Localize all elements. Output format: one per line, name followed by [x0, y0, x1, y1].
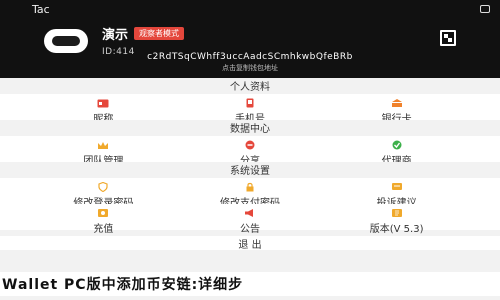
item-label: 充值 [93, 224, 114, 235]
section-settings-row-2: 充值 公告 版本(V 5.3) [0, 204, 500, 235]
lock-icon [243, 182, 257, 192]
qr-code-icon[interactable] [440, 30, 456, 46]
section-title-profile: 个人资料 [0, 78, 500, 93]
feedback-icon [390, 182, 404, 192]
status-app-name: Tac [32, 2, 50, 16]
profile-header: Tac 演示 观察者模式 ID:414 c2RdTSqCWhff3uccAadc… [0, 0, 500, 84]
agent-check-icon [390, 140, 404, 150]
profile-screen: Tac 演示 观察者模式 ID:414 c2RdTSqCWhff3uccAadc… [0, 0, 500, 300]
mode-badge: 观察者模式 [134, 27, 185, 40]
status-bar: Tac [0, 0, 500, 18]
wallet-address-box[interactable]: c2RdTSqCWhff3uccAadcSCmhkwbQfeBRb 点击复制钱包… [0, 52, 500, 76]
logout-button[interactable]: 退 出 [0, 236, 500, 251]
item-label: 版本(V 5.3) [369, 224, 424, 235]
shield-icon [96, 182, 110, 192]
copy-address-hint: 点击复制钱包地址 [222, 64, 278, 72]
section-profile-row: 昵称 手机号 银行卡 [0, 94, 500, 125]
section-title-data-center: 数据中心 [0, 120, 500, 135]
section-data-center-row: 团队管理 分享 代理商 [0, 136, 500, 167]
bank-card-icon [390, 98, 404, 108]
item-label: 公告 [239, 224, 260, 235]
status-icons [480, 5, 490, 13]
section-title-settings: 系统设置 [0, 162, 500, 177]
section-settings-row-1: 修改登录密码 修改支付密码 投诉建议 [0, 178, 500, 209]
item-version[interactable]: 版本(V 5.3) [337, 204, 457, 235]
deposit-icon [96, 208, 110, 218]
id-card-icon [96, 98, 110, 108]
avatar[interactable] [44, 28, 88, 53]
profile-name: 演示 [102, 28, 129, 43]
article-title-banner: Wallet PC版中添加币安链:详细步 [0, 272, 500, 296]
version-icon [390, 208, 404, 218]
item-announcement[interactable]: 公告 [190, 204, 310, 235]
profile-name-row: 演示 观察者模式 [102, 24, 185, 43]
item-deposit[interactable]: 充值 [43, 204, 163, 235]
battery-icon [480, 5, 490, 13]
announcement-icon [243, 208, 257, 218]
share-icon [243, 140, 257, 150]
wallet-address[interactable]: c2RdTSqCWhff3uccAadcSCmhkwbQfeBRb [0, 52, 500, 62]
crown-icon [96, 140, 110, 150]
phone-icon [243, 98, 257, 108]
